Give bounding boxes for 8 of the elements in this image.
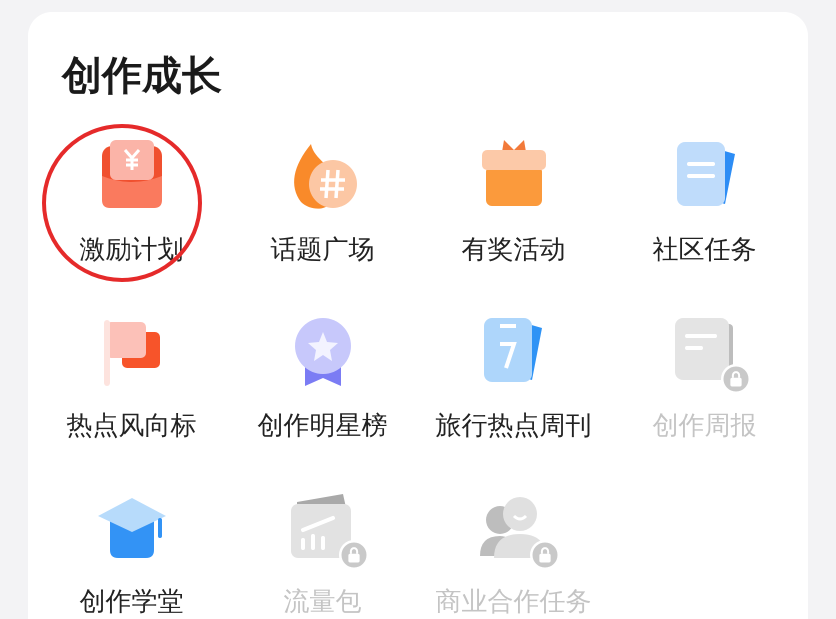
feature-label[interactable]: 热点风向标 — [66, 410, 196, 442]
feature-label[interactable]: 旅行热点周刊 — [436, 410, 592, 442]
section-title: 创作成长 — [60, 52, 223, 100]
feature-label[interactable]: 创作明星榜 — [258, 410, 388, 442]
feature-label[interactable]: 话题广场 — [270, 234, 374, 266]
feature-label[interactable]: 社区任务 — [652, 234, 756, 266]
feature-label[interactable]: 有奖活动 — [462, 234, 566, 266]
feature-label[interactable]: 创作学堂 — [80, 586, 184, 618]
